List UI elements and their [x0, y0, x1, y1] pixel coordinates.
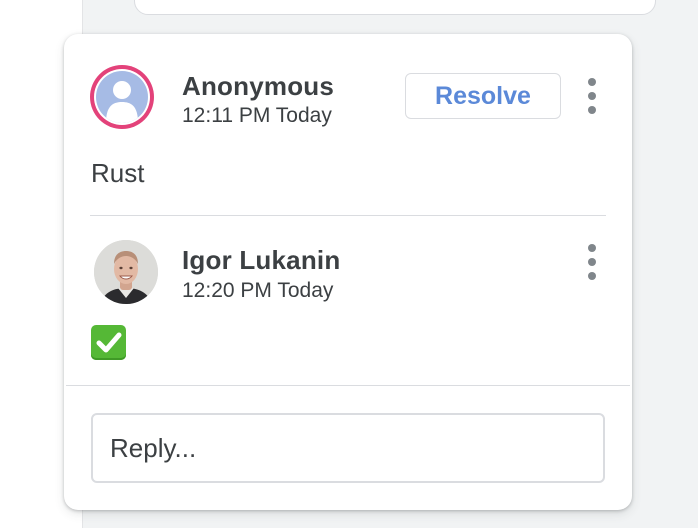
- reply-author-name: Igor Lukanin: [182, 245, 341, 275]
- person-silhouette-icon: [106, 81, 138, 123]
- igor-avatar: [94, 240, 158, 304]
- reply-box-divider: [66, 385, 630, 386]
- comment-thread-card: Anonymous 12:11 PM Today Resolve Rust Ig…: [64, 34, 632, 510]
- reply-more-options-icon[interactable]: [580, 242, 604, 282]
- comment-more-options-icon[interactable]: [580, 76, 604, 116]
- resolve-button[interactable]: Resolve: [405, 73, 561, 119]
- user-photo-icon: [94, 240, 158, 304]
- previous-comment-card[interactable]: [134, 0, 656, 15]
- comment-author-name: Anonymous: [182, 71, 335, 101]
- reply-timestamp: 12:20 PM Today: [182, 279, 334, 302]
- comment-divider: [90, 215, 606, 216]
- green-check-mark-emoji-icon: [91, 325, 126, 360]
- comment-text: Rust: [91, 158, 145, 188]
- comment-timestamp: 12:11 PM Today: [182, 104, 332, 127]
- reply-input[interactable]: [91, 413, 605, 483]
- anonymous-avatar: [90, 65, 154, 129]
